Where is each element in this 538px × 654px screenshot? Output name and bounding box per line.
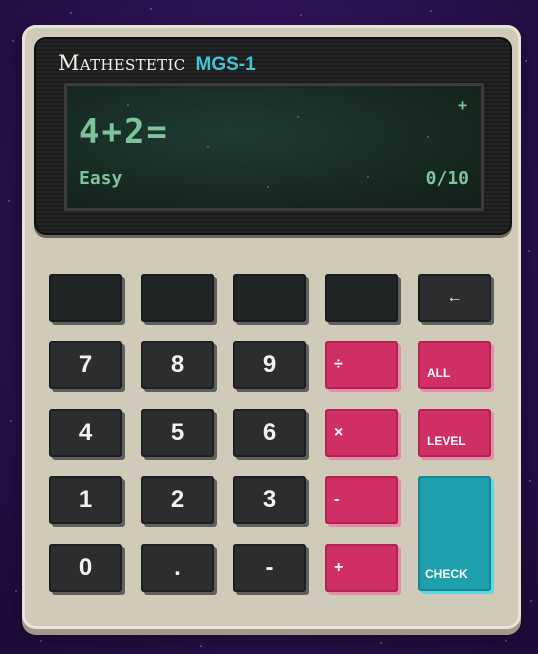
blank-key-2[interactable] [141, 274, 214, 322]
model-label: MGS-1 [195, 54, 256, 75]
multiply-button[interactable]: × [325, 409, 398, 457]
negate-button[interactable]: - [233, 544, 306, 592]
key-2[interactable]: 2 [141, 476, 214, 524]
blank-key-3[interactable] [233, 274, 306, 322]
key-5[interactable]: 5 [141, 409, 214, 457]
blank-key-1[interactable] [49, 274, 122, 322]
score-display: 0/10 [425, 168, 469, 189]
divide-button[interactable]: ÷ [325, 341, 398, 389]
key-0[interactable]: 0 [49, 544, 122, 592]
calculator-body: Mathestetic MGS-1 + 4+2= Easy 0/10 ← 7 8… [22, 25, 521, 629]
key-9[interactable]: 9 [233, 341, 306, 389]
key-3[interactable]: 3 [233, 476, 306, 524]
level-display: Easy [79, 168, 123, 189]
brand-name: Mathestetic [58, 51, 186, 75]
display-bezel: Mathestetic MGS-1 + 4+2= Easy 0/10 [34, 37, 512, 235]
clear-all-button[interactable]: ALL [418, 341, 491, 389]
backspace-icon: ← [446, 289, 463, 306]
lcd-screen: + 4+2= Easy 0/10 [64, 83, 484, 211]
operator-indicator: + [457, 96, 467, 114]
expression-display: 4+2= [79, 112, 169, 152]
minus-button[interactable]: - [325, 476, 398, 524]
key-1[interactable]: 1 [49, 476, 122, 524]
blank-key-4[interactable] [325, 274, 398, 322]
key-7[interactable]: 7 [49, 341, 122, 389]
level-button[interactable]: LEVEL [418, 409, 491, 457]
check-button[interactable]: CHECK [418, 476, 491, 591]
decimal-button[interactable]: . [141, 544, 214, 592]
key-4[interactable]: 4 [49, 409, 122, 457]
backspace-button[interactable]: ← [418, 274, 491, 322]
key-8[interactable]: 8 [141, 341, 214, 389]
brand-header: Mathestetic MGS-1 [58, 51, 256, 77]
key-6[interactable]: 6 [233, 409, 306, 457]
plus-button[interactable]: + [325, 544, 398, 592]
